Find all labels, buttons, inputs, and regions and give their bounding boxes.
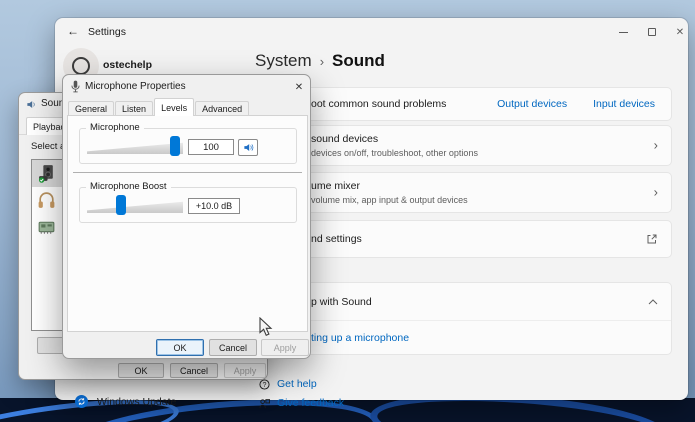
tab-advanced[interactable]: Advanced: [195, 101, 250, 116]
microphone-icon: [71, 80, 80, 93]
give-feedback-link[interactable]: Give feedback: [259, 397, 344, 409]
windows-update-label: Windows Update: [97, 395, 177, 408]
user-name[interactable]: ostechelp: [103, 59, 152, 71]
tab-listen[interactable]: Listen: [115, 101, 154, 116]
setting-up-microphone-link[interactable]: ting up a microphone: [311, 332, 409, 344]
card-more-sound-settings[interactable]: nd settings: [280, 220, 672, 258]
select-device-label: Select a: [31, 141, 66, 152]
window-title: Settings: [88, 26, 126, 38]
help-header[interactable]: p with Sound: [281, 283, 671, 320]
card-help-with-sound: p with Sound ting up a microphone: [280, 282, 672, 355]
mic-dialog-tabs: General Listen Levels Advanced: [68, 98, 250, 116]
mic-ok-button[interactable]: OK: [156, 339, 204, 356]
mic-dialog-close-button[interactable]: ✕: [291, 79, 307, 95]
card-subtitle: devices on/off, troubleshoot, other opti…: [311, 148, 478, 158]
tab-levels[interactable]: Levels: [154, 98, 195, 116]
divider: [73, 172, 302, 173]
chevron-right-icon: ›: [653, 137, 658, 153]
chevron-up-icon: [648, 298, 658, 305]
microphone-slider-track[interactable]: [87, 142, 183, 154]
card-title: nd settings: [311, 233, 362, 245]
breadcrumb: System › Sound: [255, 51, 385, 71]
breadcrumb-separator-icon: ›: [319, 54, 325, 69]
breadcrumb-system[interactable]: System: [255, 51, 312, 71]
microphone-properties-dialog: Microphone Properties ✕ General Listen L…: [62, 74, 311, 359]
mouse-cursor: [259, 316, 273, 342]
speaker-device-icon: [36, 163, 57, 184]
boost-slider-thumb[interactable]: [116, 195, 126, 215]
maximize-button[interactable]: [640, 23, 664, 41]
close-icon: ✕: [675, 26, 685, 38]
output-devices-link[interactable]: Output devices: [497, 98, 567, 110]
sound-ok-button[interactable]: OK: [118, 363, 164, 378]
get-help-link[interactable]: ? Get help: [259, 378, 317, 390]
mic-dialog-title[interactable]: Microphone Properties: [85, 81, 186, 92]
card-troubleshoot-title: oot common sound problems: [311, 98, 447, 110]
input-devices-link[interactable]: Input devices: [593, 98, 655, 110]
microphone-level-value[interactable]: 100: [188, 139, 234, 155]
mic-cancel-button[interactable]: Cancel: [209, 339, 257, 356]
external-link-icon: [646, 233, 658, 245]
minimize-button[interactable]: [611, 23, 635, 41]
card-subtitle: volume mix, app input & output devices: [311, 195, 468, 205]
minimize-icon: [618, 31, 628, 33]
give-feedback-label: Give feedback: [277, 397, 345, 409]
sound-cancel-button[interactable]: Cancel: [170, 363, 218, 378]
avatar-icon: [72, 57, 90, 75]
close-button[interactable]: ✕: [668, 23, 692, 41]
boost-slider-track[interactable]: [87, 201, 183, 213]
maximize-icon: [648, 28, 656, 36]
sidebar-item-windows-update[interactable]: Windows Update: [75, 395, 176, 408]
feedback-icon: [259, 398, 270, 409]
speaker-volume-icon: [243, 142, 254, 153]
help-icon: ?: [259, 378, 270, 390]
bloom-swirl: [368, 398, 672, 422]
microphone-boost-group-label: Microphone Boost: [86, 181, 171, 192]
card-all-sound-devices[interactable]: sound devices devices on/off, troublesho…: [280, 125, 672, 166]
get-help-label: Get help: [277, 378, 317, 390]
microphone-mute-button[interactable]: [238, 139, 258, 156]
soundcard-device-icon: [36, 217, 57, 238]
chevron-right-icon: ›: [653, 184, 658, 200]
help-title: p with Sound: [311, 295, 372, 308]
microphone-boost-group: Microphone Boost +10.0 dB: [79, 181, 297, 223]
microphone-slider-thumb[interactable]: [170, 136, 180, 156]
card-title: sound devices: [311, 133, 379, 145]
tab-general[interactable]: General: [68, 101, 115, 116]
headphones-device-icon: [36, 190, 57, 211]
card-volume-mixer[interactable]: ume mixer volume mix, app input & output…: [280, 172, 672, 213]
back-arrow-icon[interactable]: ←: [65, 24, 81, 40]
speaker-icon: [26, 99, 37, 110]
svg-text:?: ?: [263, 381, 267, 388]
card-troubleshoot: oot common sound problems Output devices…: [280, 87, 672, 121]
card-title: ume mixer: [311, 180, 361, 192]
close-icon: ✕: [294, 81, 304, 93]
windows-update-icon: [75, 395, 88, 408]
microphone-group-label: Microphone: [86, 122, 144, 133]
sound-apply-button[interactable]: Apply: [224, 363, 266, 378]
microphone-group: Microphone 100: [79, 122, 297, 164]
page-title: Sound: [332, 51, 385, 70]
boost-value[interactable]: +10.0 dB: [188, 198, 240, 214]
